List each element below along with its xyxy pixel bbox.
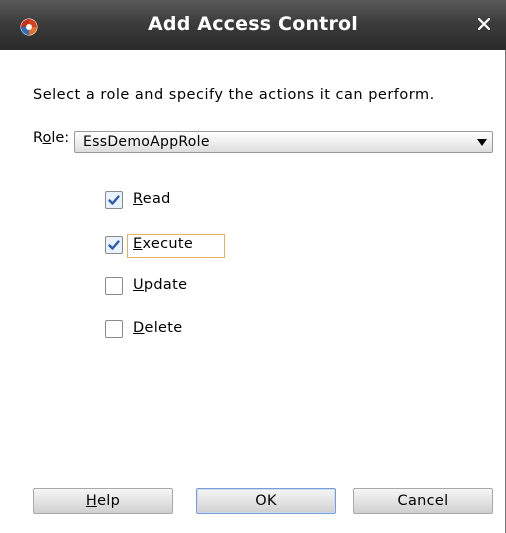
help-button[interactable]: Help: [33, 488, 173, 514]
focus-ring: [127, 234, 225, 258]
title-bar: Add Access Control: [0, 0, 506, 50]
role-label: Role:: [33, 130, 70, 146]
checkmark-icon: [108, 195, 120, 205]
role-selected-value: EssDemoAppRole: [83, 134, 210, 150]
ok-button[interactable]: OK: [196, 488, 336, 514]
update-label: Update: [133, 277, 188, 293]
window-title: Add Access Control: [147, 13, 358, 35]
update-checkbox[interactable]: [105, 277, 123, 295]
close-icon[interactable]: [476, 16, 492, 32]
read-label: Read: [133, 191, 171, 207]
execute-checkbox[interactable]: [105, 236, 123, 254]
delete-label: Delete: [133, 320, 183, 336]
role-dropdown[interactable]: EssDemoAppRole: [74, 131, 493, 153]
read-checkbox[interactable]: [105, 191, 123, 209]
cancel-button[interactable]: Cancel: [353, 488, 493, 514]
dialog-body: Select a role and specify the actions it…: [0, 50, 506, 533]
instructions-text: Select a role and specify the actions it…: [33, 87, 435, 103]
checkmark-icon: [108, 240, 120, 250]
delete-checkbox[interactable]: [105, 320, 123, 338]
dropdown-arrow-icon[interactable]: [477, 139, 487, 146]
